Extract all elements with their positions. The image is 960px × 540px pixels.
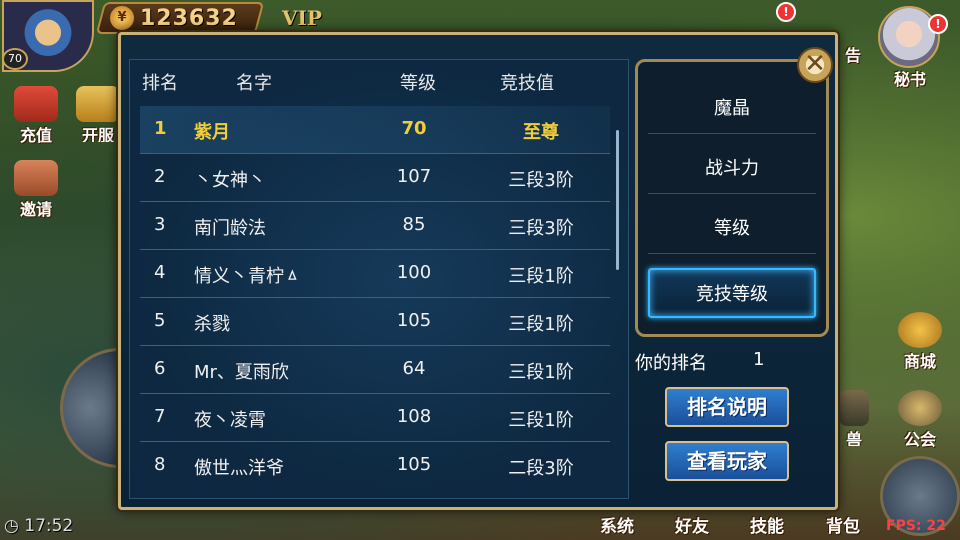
- row-arena: 三段1阶: [508, 314, 574, 335]
- row-rank: 8: [154, 454, 166, 475]
- recharge-button[interactable]: 充值: [6, 86, 66, 145]
- ranking-row[interactable]: 5 杀戮 105 三段1阶: [140, 298, 610, 346]
- rank-explain-button[interactable]: 排名说明: [665, 387, 789, 427]
- row-name: 南门龄法: [194, 218, 266, 239]
- clock-time: 17:52: [24, 516, 74, 536]
- ranking-list-panel[interactable]: 排名 名字 等级 竞技值 1 紫月 70 至尊 2 丶女神丶 107 三段3阶 …: [129, 59, 629, 499]
- gift-icon: [14, 86, 58, 122]
- header-arena: 竞技值: [500, 73, 554, 94]
- ranking-row[interactable]: 7 夜丶凌霄 108 三段1阶: [140, 394, 610, 442]
- tab-arena-level[interactable]: 竞技等级: [648, 268, 816, 318]
- invite-label: 邀请: [19, 200, 52, 219]
- guild-label: 公会: [903, 430, 936, 449]
- row-name: 紫月: [194, 122, 230, 143]
- row-name: 丶女神丶: [194, 170, 266, 191]
- player-level-badge: 70: [2, 48, 28, 70]
- open-server-label: 开服: [81, 126, 114, 142]
- beast-button[interactable]: 兽: [838, 390, 870, 446]
- handshake-icon: [14, 160, 58, 196]
- clock: ◷ 17:52: [4, 516, 73, 536]
- my-rank-label: 你的排名: [635, 353, 707, 374]
- announcement-button[interactable]: 告: [838, 36, 868, 92]
- beast-label: 兽: [845, 430, 862, 446]
- open-server-button[interactable]: 开服: [76, 86, 120, 142]
- ranking-category-panel: 魔晶 战斗力 等级 竞技等级: [635, 59, 829, 337]
- ranking-row[interactable]: 8 傲世灬洋爷 105 二段3阶: [140, 442, 610, 490]
- row-level: 108: [396, 406, 432, 427]
- ranking-row[interactable]: 3 南门龄法 85 三段3阶: [140, 202, 610, 250]
- row-name: 傲世灬洋爷: [194, 458, 284, 479]
- row-level: 107: [396, 166, 432, 187]
- gold-amount: 123632: [140, 6, 238, 31]
- bottom-menu-bag[interactable]: 背包: [826, 512, 860, 537]
- notice-badge: !: [928, 14, 948, 34]
- guild-button[interactable]: 公会: [890, 390, 950, 449]
- beast-icon: [839, 390, 869, 426]
- ranking-row[interactable]: 2 丶女神丶 107 三段3阶: [140, 154, 610, 202]
- ranking-row[interactable]: 6 Mr、夏雨欣 64 三段1阶: [140, 346, 610, 394]
- row-name: 情义丶青柠ㅿ: [194, 266, 301, 287]
- header-level: 等级: [400, 73, 436, 94]
- bottom-menu-skills[interactable]: 技能: [750, 512, 784, 537]
- clock-icon: ◷: [4, 516, 19, 536]
- ranking-dialog: 排名 名字 等级 竞技值 1 紫月 70 至尊 2 丶女神丶 107 三段3阶 …: [118, 32, 838, 510]
- bottom-bar: [0, 512, 960, 540]
- tab-combat-power[interactable]: 战斗力: [648, 144, 816, 194]
- close-icon[interactable]: ✕: [797, 47, 833, 83]
- row-level: 64: [402, 358, 426, 379]
- row-arena: 三段1阶: [508, 410, 574, 431]
- row-arena: 三段3阶: [508, 170, 574, 191]
- vip-badge[interactable]: VIP: [282, 6, 322, 30]
- guild-crest-icon: [898, 390, 942, 426]
- row-rank: 7: [154, 406, 166, 427]
- shop-label: 商城: [903, 352, 936, 371]
- row-name: 夜丶凌霄: [194, 410, 266, 431]
- row-name: 杀戮: [194, 314, 230, 335]
- secretary-button[interactable]: 秘书: [880, 54, 940, 110]
- shop-button[interactable]: 商城: [890, 312, 950, 371]
- invite-button[interactable]: 邀请: [6, 160, 66, 219]
- row-rank: 2: [154, 166, 166, 187]
- secretary-label: 秘书: [893, 70, 926, 89]
- coin-icon: ¥: [110, 6, 134, 30]
- row-level: 70: [401, 118, 427, 139]
- row-arena: 至尊: [523, 122, 559, 143]
- list-scrollbar[interactable]: [616, 130, 619, 270]
- row-name: Mr、夏雨欣: [194, 362, 289, 383]
- tab-magic-crystal[interactable]: 魔晶: [648, 84, 816, 134]
- row-arena: 二段3阶: [508, 458, 574, 479]
- row-arena: 三段1阶: [508, 362, 574, 383]
- row-arena: 三段1阶: [508, 266, 574, 287]
- header-name: 名字: [236, 73, 272, 94]
- fps-counter: FPS: 22: [886, 518, 946, 534]
- ranking-row[interactable]: 1 紫月 70 至尊: [140, 106, 610, 154]
- row-rank: 3: [154, 214, 166, 235]
- row-rank: 5: [154, 310, 166, 331]
- row-rank: 4: [154, 262, 166, 283]
- secretary-spacer: [888, 54, 932, 66]
- row-arena: 三段3阶: [508, 218, 574, 239]
- coins-icon: [898, 312, 942, 348]
- row-rank: 1: [154, 118, 167, 139]
- notice-badge: !: [776, 2, 796, 22]
- announcement-label: 告: [844, 46, 861, 65]
- view-player-button[interactable]: 查看玩家: [665, 441, 789, 481]
- my-rank-value: 1: [753, 349, 765, 370]
- event-icon: [76, 86, 120, 122]
- row-level: 100: [396, 262, 432, 283]
- header-rank: 排名: [142, 73, 178, 94]
- tab-level[interactable]: 等级: [648, 204, 816, 254]
- bottom-menu-system[interactable]: 系统: [600, 512, 634, 537]
- row-level: 105: [396, 454, 432, 475]
- recharge-label: 充值: [19, 126, 52, 145]
- bottom-menu-friends[interactable]: 好友: [675, 512, 709, 537]
- row-level: 105: [396, 310, 432, 331]
- row-level: 85: [402, 214, 426, 235]
- ranking-row[interactable]: 4 情义丶青柠ㅿ 100 三段1阶: [140, 250, 610, 298]
- ranking-header: 排名 名字 等级 竞技值: [130, 60, 630, 100]
- row-rank: 6: [154, 358, 166, 379]
